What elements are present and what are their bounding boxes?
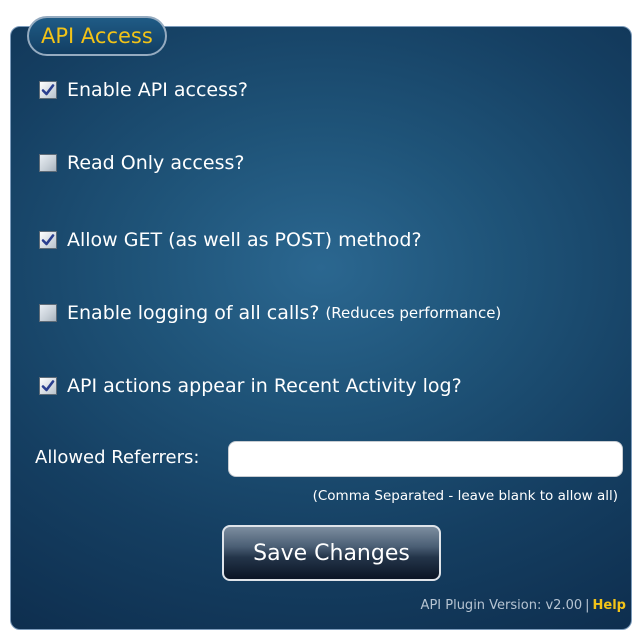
- footer: API Plugin Version: v2.00 | Help: [421, 598, 626, 613]
- option-allow-get-method[interactable]: Allow GET (as well as POST) method?: [39, 229, 422, 251]
- checkbox-checked-icon[interactable]: [39, 377, 57, 395]
- section-legend: API Access: [27, 16, 167, 56]
- footer-separator: |: [585, 598, 590, 613]
- allowed-referrers-label: Allowed Referrers:: [35, 447, 200, 468]
- option-enable-api-access[interactable]: Enable API access?: [39, 79, 248, 101]
- option-label: Read Only access?: [67, 152, 245, 174]
- help-link[interactable]: Help: [593, 598, 626, 613]
- option-enable-logging[interactable]: Enable logging of all calls? (Reduces pe…: [39, 302, 501, 324]
- checkbox-unchecked-icon[interactable]: [39, 304, 57, 322]
- option-read-only-access[interactable]: Read Only access?: [39, 152, 244, 174]
- plugin-version: API Plugin Version: v2.00: [420, 598, 583, 613]
- option-label: Enable logging of all calls?: [67, 302, 320, 324]
- option-note: (Reduces performance): [325, 304, 502, 322]
- allowed-referrers-input[interactable]: [228, 441, 623, 477]
- save-changes-button[interactable]: Save Changes: [222, 525, 441, 581]
- checkbox-checked-icon[interactable]: [39, 231, 57, 249]
- option-recent-activity-log[interactable]: API actions appear in Recent Activity lo…: [39, 375, 462, 397]
- checkbox-unchecked-icon[interactable]: [39, 154, 57, 172]
- option-label: Allow GET (as well as POST) method?: [67, 229, 422, 251]
- option-label: Enable API access?: [67, 79, 248, 101]
- option-label: API actions appear in Recent Activity lo…: [67, 375, 462, 397]
- referrers-hint: (Comma Separated - leave blank to allow …: [312, 488, 618, 504]
- checkbox-checked-icon[interactable]: [39, 81, 57, 99]
